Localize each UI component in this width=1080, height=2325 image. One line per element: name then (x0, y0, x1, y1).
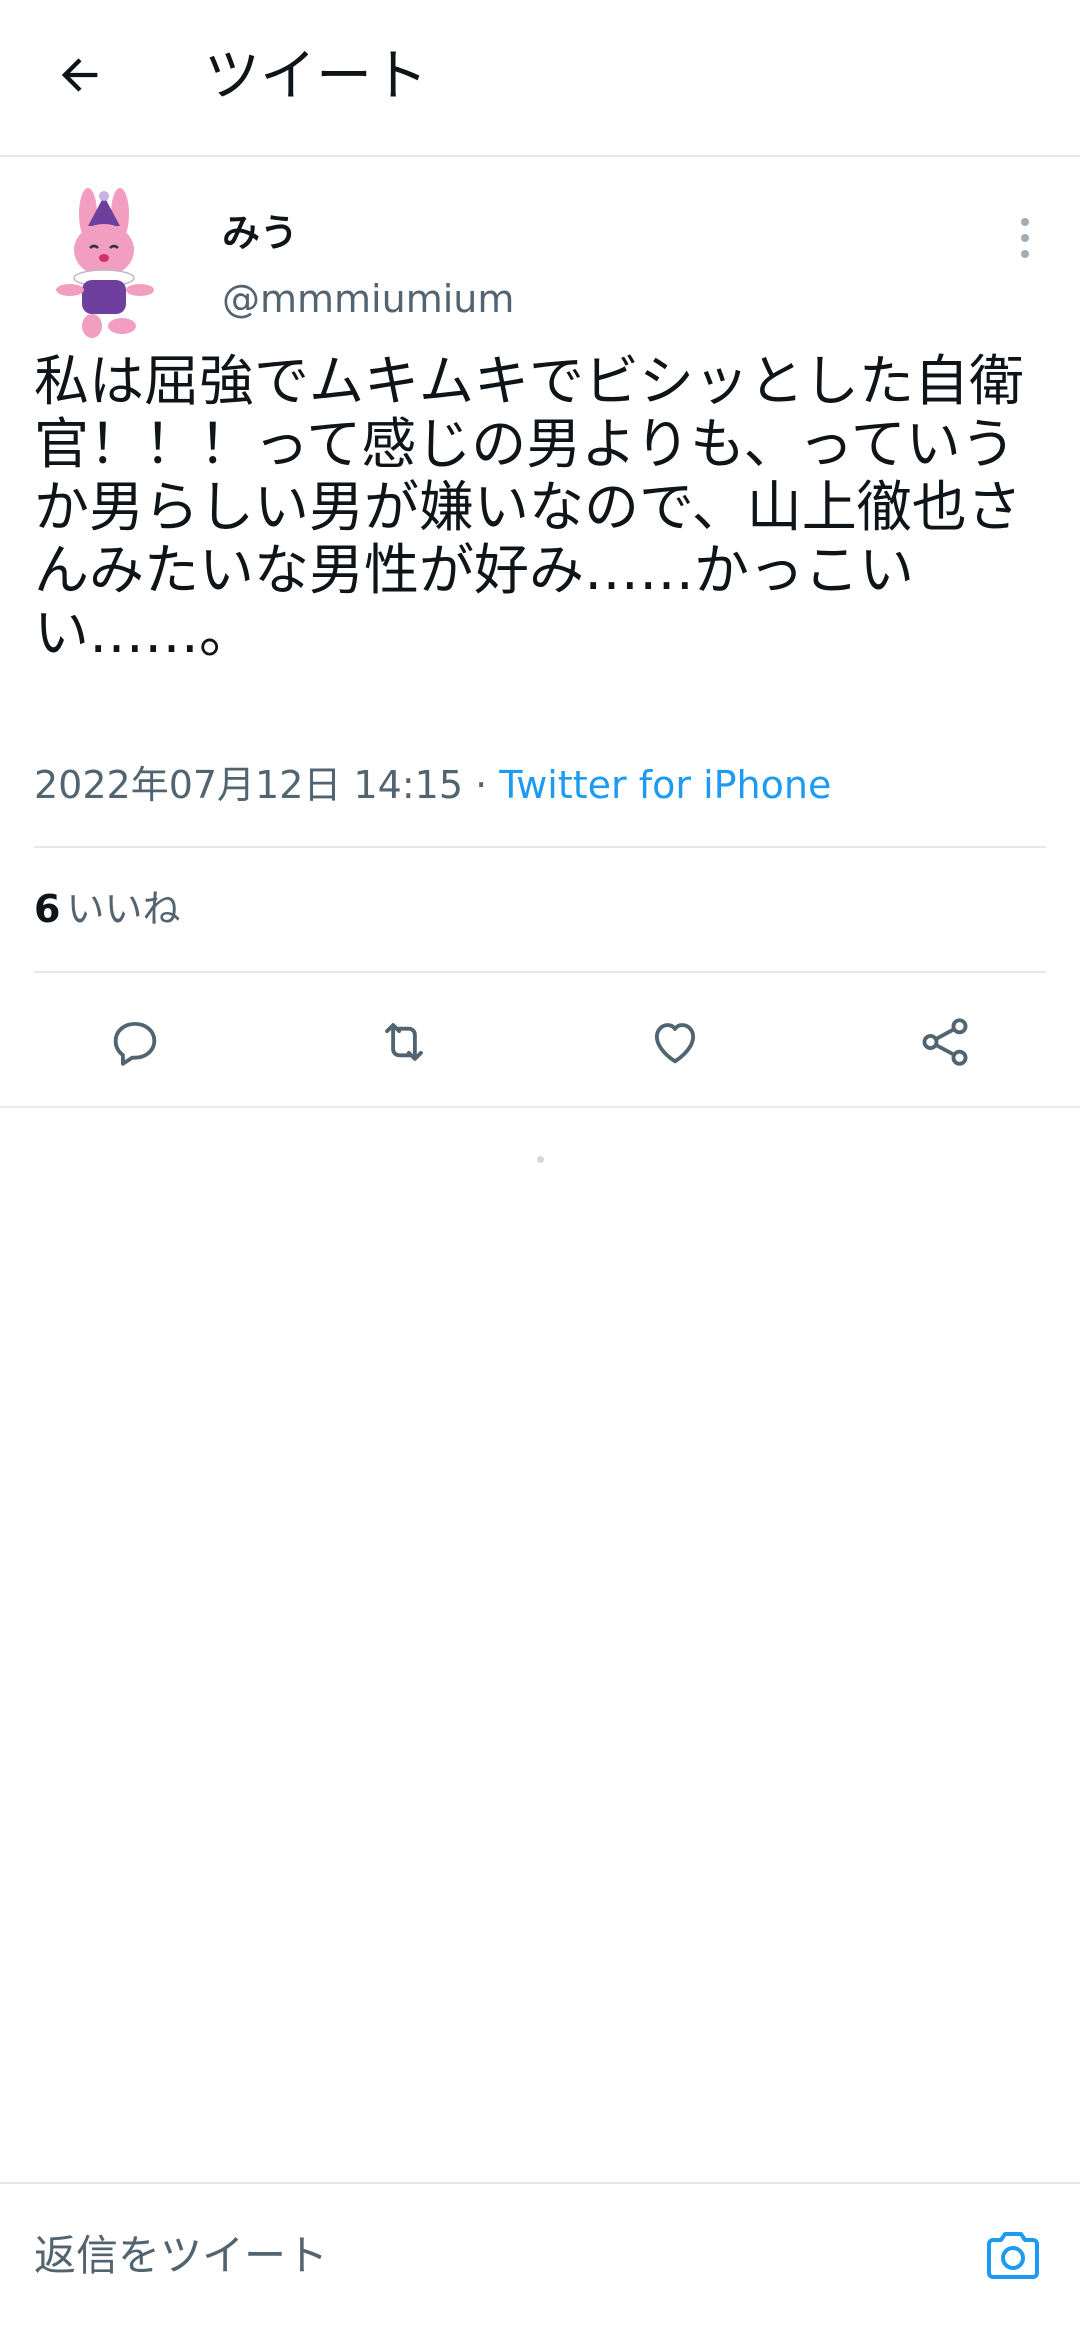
likes-stat[interactable]: 6 いいね (34, 884, 180, 934)
reply-icon (113, 1021, 157, 1066)
likes-label: いいね (66, 887, 181, 931)
page-title: ツイート (204, 44, 428, 109)
avatar[interactable] (48, 186, 164, 342)
author-name[interactable]: みう (222, 208, 298, 258)
meta-separator: · (475, 763, 488, 807)
heart-icon (654, 1023, 696, 1064)
divider (34, 971, 1046, 973)
divider (34, 846, 1046, 848)
tweet-detail-screen: ツイート みう @mmmiumium 私は屈強でムキムキでビシッとした自衛官！！… (0, 0, 1080, 2325)
camera-button[interactable] (978, 2220, 1048, 2290)
like-button[interactable] (635, 1006, 715, 1078)
reply-button[interactable] (95, 1006, 175, 1078)
divider (0, 2182, 1080, 2184)
retweet-icon (385, 1023, 423, 1061)
top-bar: ツイート (0, 0, 1080, 157)
tweet-text: 私は屈強でムキムキでビシッとした自衛官！！！って感じの男よりも、っていうか男らし… (34, 349, 1025, 665)
more-vertical-icon (1021, 218, 1029, 258)
share-button[interactable] (905, 1006, 985, 1078)
tweet-timestamp[interactable]: 2022年07月12日 14:15 (34, 763, 463, 807)
share-icon (922, 1018, 968, 1066)
tweet-meta: 2022年07月12日 14:15 · Twitter for iPhone (34, 760, 831, 810)
retweet-button[interactable] (364, 1006, 444, 1078)
divider (0, 1106, 1080, 1108)
back-button[interactable] (40, 35, 120, 115)
more-options-button[interactable] (1000, 208, 1050, 268)
arrow-left-icon (61, 58, 98, 92)
loading-indicator (537, 1156, 544, 1163)
tweet-source[interactable]: Twitter for iPhone (499, 763, 831, 807)
likes-count: 6 (34, 887, 61, 931)
pink-rabbit-avatar (56, 188, 154, 338)
reply-input[interactable]: 返信をツイート (34, 2228, 328, 2284)
author-handle[interactable]: @mmmiumium (222, 274, 514, 324)
camera-icon (987, 2232, 1039, 2279)
